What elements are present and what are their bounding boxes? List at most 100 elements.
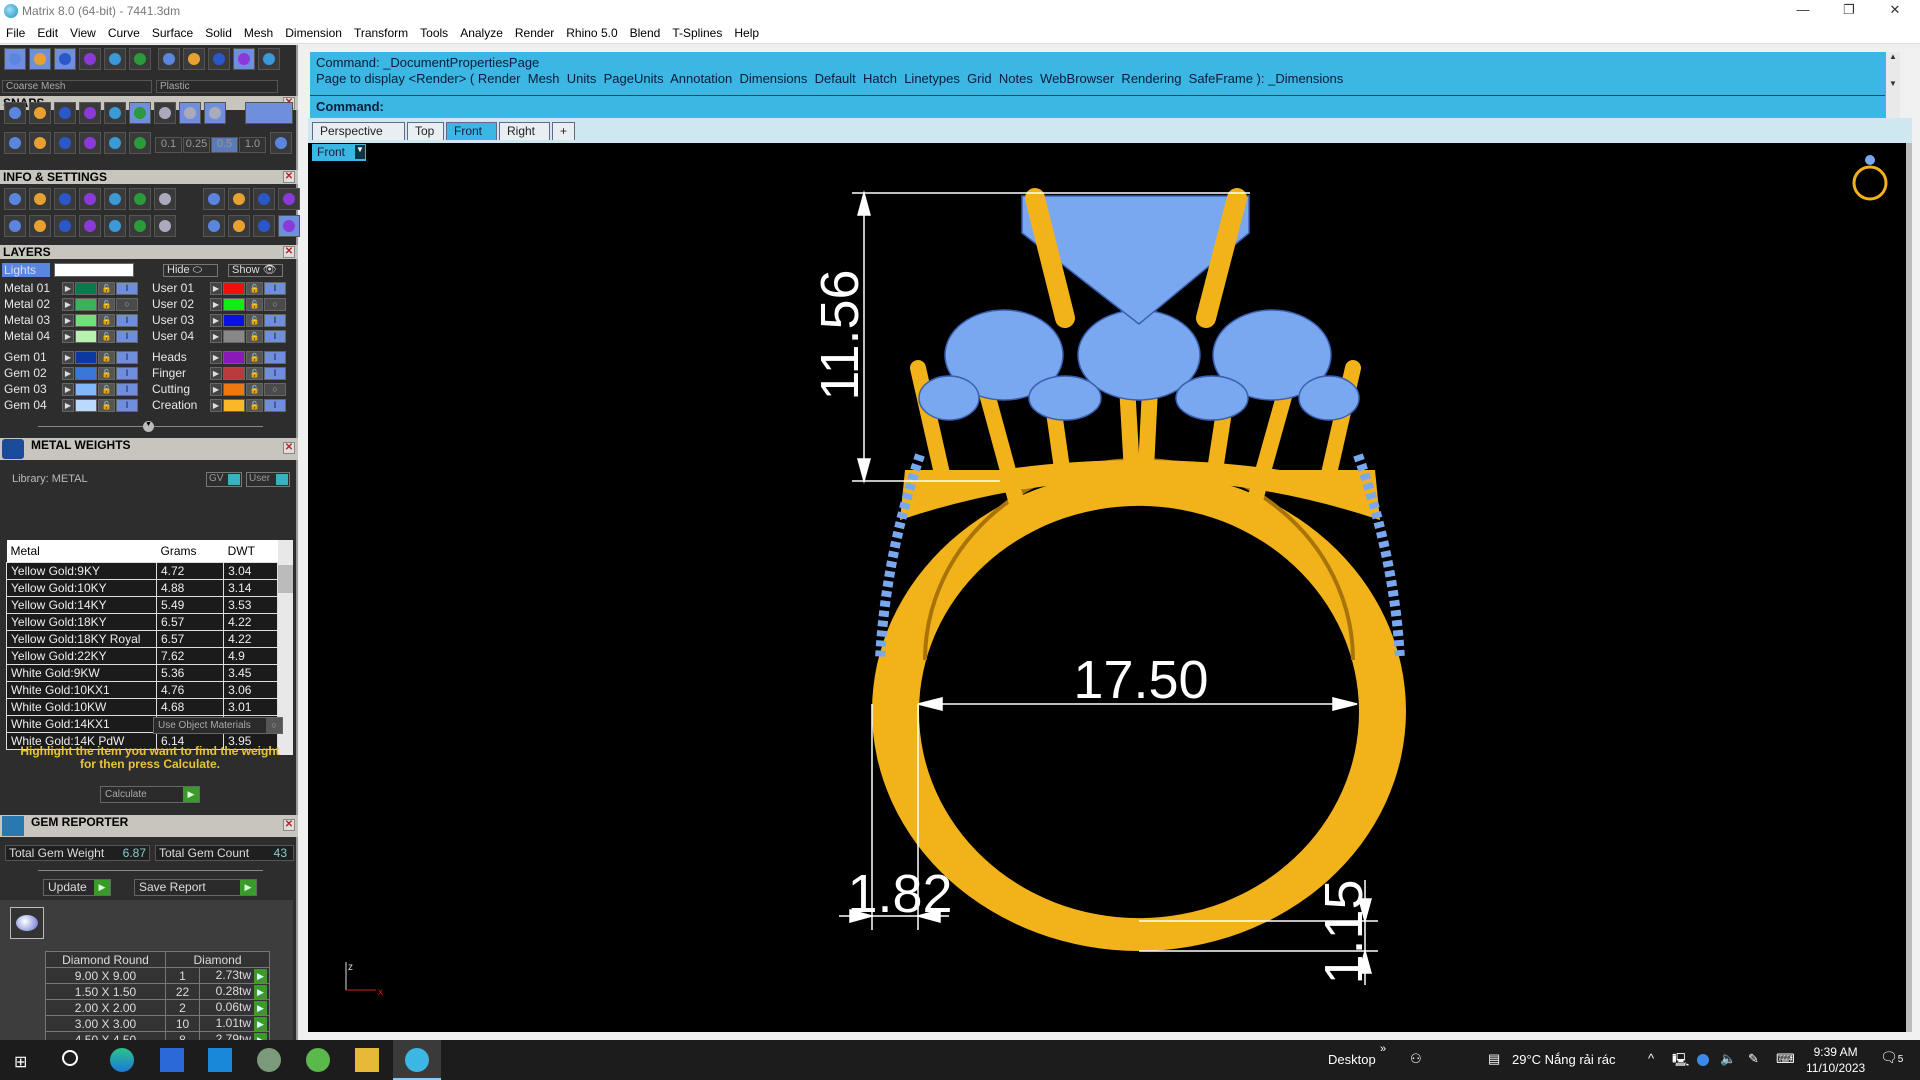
layer-color-swatch[interactable]: [75, 282, 97, 295]
gem-seat-icon[interactable]: [228, 215, 250, 237]
perp-snap-icon[interactable]: [179, 102, 201, 124]
visibility-toggle[interactable]: I: [264, 330, 286, 343]
import-icon[interactable]: [228, 188, 250, 210]
lock-icon[interactable]: 🔓: [246, 351, 263, 364]
layer-row[interactable]: Finger ▶ 🔓 I: [150, 366, 290, 381]
close-icon[interactable]: ✕: [283, 819, 295, 831]
layer-row[interactable]: Gem 03 ▶ 🔓 I: [2, 382, 142, 397]
news-icon[interactable]: ▤: [1488, 1051, 1500, 1067]
visibility-toggle[interactable]: I: [264, 314, 286, 327]
close-button[interactable]: ✕: [1872, 0, 1918, 22]
gem-select-button[interactable]: ▶: [254, 1017, 267, 1031]
book-icon[interactable]: [79, 215, 101, 237]
layer-row[interactable]: Cutting ▶ 🔓 ○: [150, 382, 290, 397]
store-icon[interactable]: [160, 1048, 184, 1072]
layer-expand-icon[interactable]: ▶: [210, 330, 222, 343]
tab-front[interactable]: Front: [446, 122, 497, 140]
menu-solid[interactable]: Solid: [199, 22, 238, 44]
visibility-toggle[interactable]: I: [264, 282, 286, 295]
show-button[interactable]: Show 👁: [228, 264, 283, 277]
gem-icon[interactable]: [154, 188, 176, 210]
viewports-icon[interactable]: [4, 215, 26, 237]
menu-transform[interactable]: Transform: [348, 22, 414, 44]
mid-snap-icon[interactable]: [79, 102, 101, 124]
close-icon[interactable]: ✕: [283, 246, 295, 258]
delete-icon[interactable]: [278, 188, 300, 210]
layer-color-swatch[interactable]: [75, 314, 97, 327]
sphere-icon[interactable]: [158, 48, 180, 70]
menu-view[interactable]: View: [64, 22, 102, 44]
layer-color-swatch[interactable]: [223, 314, 245, 327]
snap-value-2[interactable]: 0.5: [211, 137, 238, 153]
layer-row[interactable]: Gem 04 ▶ 🔓 I: [2, 398, 142, 413]
layer-color-swatch[interactable]: [223, 367, 245, 380]
edit-icon[interactable]: [129, 188, 151, 210]
menu-render[interactable]: Render: [509, 22, 560, 44]
point-snap-icon[interactable]: [54, 102, 76, 124]
onedrive-error-icon[interactable]: [1697, 1054, 1709, 1066]
lock-icon[interactable]: 🔓: [246, 367, 263, 380]
near-snap-icon[interactable]: [29, 102, 51, 124]
menu-curve[interactable]: Curve: [102, 22, 146, 44]
close-icon[interactable]: ✕: [283, 442, 295, 454]
metal-row[interactable]: Yellow Gold:9KY 4.72 3.04: [6, 561, 278, 580]
layer-color-swatch[interactable]: [75, 383, 97, 396]
rendered-icon[interactable]: [79, 48, 101, 70]
app-icon[interactable]: [306, 1048, 330, 1072]
heads-icon[interactable]: [203, 215, 225, 237]
prong-icon[interactable]: [253, 215, 275, 237]
lights-layer[interactable]: Lights: [2, 263, 50, 277]
metal-col-dwt[interactable]: DWT: [223, 540, 278, 562]
osnap-icon[interactable]: [29, 132, 51, 154]
gem-row[interactable]: 2.00 X 2.00 2 0.06tw ▶: [45, 999, 270, 1016]
script-icon[interactable]: [104, 188, 126, 210]
update-button[interactable]: Update ▶: [43, 879, 111, 896]
people-icon[interactable]: ⚇: [1410, 1051, 1422, 1067]
hide-button[interactable]: Hide ⬭: [163, 264, 218, 277]
snap-value-0[interactable]: 0.1: [155, 137, 182, 153]
network-icon[interactable]: 🖳: [1672, 1051, 1689, 1073]
keyboard-icon[interactable]: ⌨: [1776, 1051, 1795, 1067]
lock-icon[interactable]: 🔓: [246, 383, 263, 396]
metal-row[interactable]: Yellow Gold:18KY Royal 6.57 4.22: [6, 629, 278, 648]
clock[interactable]: 9:39 AM 11/10/2023: [1806, 1044, 1865, 1076]
layer-expand-icon[interactable]: ▶: [62, 383, 74, 396]
tan-snap-icon[interactable]: [204, 102, 226, 124]
metal-row[interactable]: Yellow Gold:10KY 4.88 3.14: [6, 578, 278, 597]
gem-row[interactable]: 3.00 X 3.00 10 1.01tw ▶: [45, 1015, 270, 1032]
gem-select-button[interactable]: ▶: [254, 1001, 267, 1015]
layer-expand-icon[interactable]: ▶: [62, 351, 74, 364]
box-icon[interactable]: [54, 215, 76, 237]
menu-analyze[interactable]: Analyze: [454, 22, 509, 44]
gem-select-button[interactable]: ▶: [254, 985, 267, 999]
menu-surface[interactable]: Surface: [146, 22, 199, 44]
metal-row[interactable]: White Gold:10KW 4.68 3.01: [6, 697, 278, 716]
matrix-taskbar-button[interactable]: [393, 1040, 441, 1080]
grid-snap-icon[interactable]: [270, 132, 292, 154]
metal-row[interactable]: Yellow Gold:22KY 7.62 4.9: [6, 646, 278, 665]
gv-toggle[interactable]: GV: [206, 472, 242, 487]
metal-row[interactable]: White Gold:9KW 5.36 3.45: [6, 663, 278, 682]
visibility-toggle[interactable]: I: [116, 330, 138, 343]
ring-icon[interactable]: [1852, 155, 1888, 201]
visibility-toggle[interactable]: ○: [264, 298, 286, 311]
lock-icon[interactable]: 🔓: [98, 314, 115, 327]
lock-icon[interactable]: 🔓: [98, 330, 115, 343]
filter-icon[interactable]: [104, 215, 126, 237]
tray-chevron-icon[interactable]: ^: [1648, 1051, 1654, 1066]
layer-expand-icon[interactable]: ▶: [62, 314, 74, 327]
visibility-toggle[interactable]: I: [264, 399, 286, 412]
layer-expand-icon[interactable]: ▶: [210, 399, 222, 412]
visibility-toggle[interactable]: I: [116, 314, 138, 327]
layer-row[interactable]: Heads ▶ 🔓 I: [150, 350, 290, 365]
menu-help[interactable]: Help: [728, 22, 765, 44]
wire-icon[interactable]: [208, 48, 230, 70]
lock-icon[interactable]: 🔓: [246, 298, 263, 311]
glass-icon[interactable]: [183, 48, 205, 70]
light-icon[interactable]: [203, 188, 225, 210]
layer-expand-icon[interactable]: ▶: [62, 298, 74, 311]
lock-icon[interactable]: 🔓: [98, 367, 115, 380]
layer-color-swatch[interactable]: [223, 282, 245, 295]
gem-row[interactable]: 1.50 X 1.50 22 0.28tw ▶: [45, 983, 270, 1000]
metal-row[interactable]: White Gold:10KX1 4.76 3.06: [6, 680, 278, 699]
